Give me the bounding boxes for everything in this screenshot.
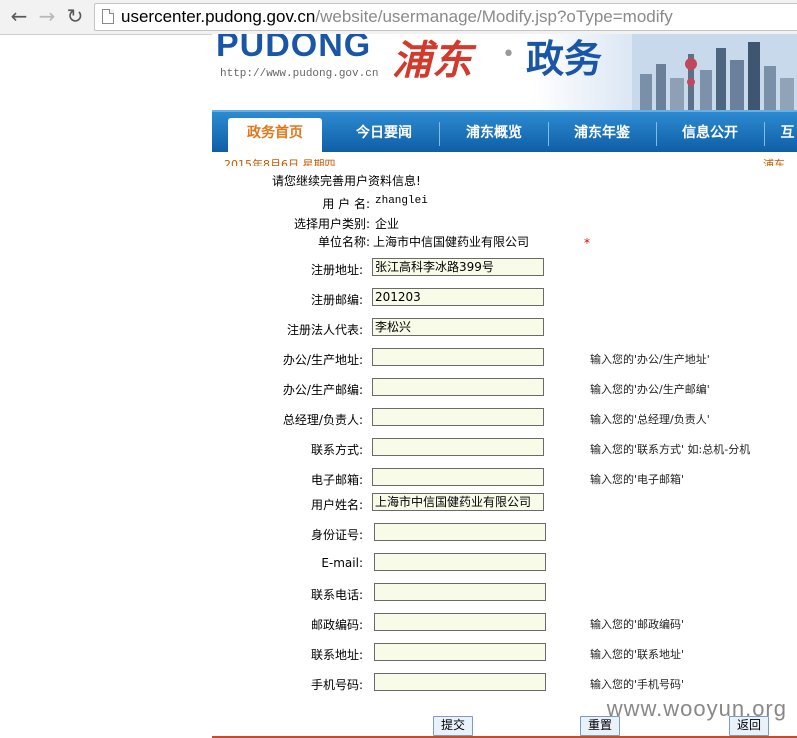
browser-toolbar: ← → ↻ usercenter.pudong.gov.cn/website/u… <box>0 0 797 35</box>
address-bar[interactable]: usercenter.pudong.gov.cn/website/userman… <box>94 3 797 31</box>
field-input[interactable] <box>372 493 544 511</box>
field-input[interactable] <box>372 408 544 426</box>
company-value: 上海市中信国健药业有限公司 <box>373 235 530 249</box>
field-label: 办公/生产地址: <box>282 353 363 367</box>
nav-divider <box>548 122 549 146</box>
field-input[interactable] <box>372 288 544 306</box>
date-text: 2015年8月6日 星期四 <box>224 158 336 166</box>
tab-info-public[interactable]: 信息公开 <box>660 118 760 152</box>
usertype-value: 企业 <box>375 217 400 231</box>
field-label: 联系地址: <box>310 648 363 662</box>
field-label: 注册法人代表: <box>286 323 363 337</box>
company-label: 单位名称: <box>317 235 370 249</box>
required-star: * <box>584 236 590 250</box>
nav-divider <box>656 122 657 146</box>
pudong-logo: PUDONG <box>216 34 372 64</box>
field-input[interactable] <box>374 613 546 631</box>
field-hint: 输入您的'邮政编码' <box>590 618 685 631</box>
tab-home[interactable]: 政务首页 <box>228 118 322 152</box>
field-label: 联系电话: <box>310 588 363 602</box>
field-input[interactable] <box>374 553 546 571</box>
field-label: 身份证号: <box>310 528 363 542</box>
field-hint: 输入您的'办公/生产地址' <box>590 353 710 366</box>
field-input[interactable] <box>374 583 546 601</box>
username-value: zhanglei <box>375 195 428 207</box>
field-input[interactable] <box>372 258 544 276</box>
tab-yearbook[interactable]: 浦东年鉴 <box>552 118 652 152</box>
date-bar: 2015年8月6日 星期四 浦东 <box>212 152 797 166</box>
nav-divider <box>439 122 440 146</box>
city-skyline-image <box>632 34 797 110</box>
field-label: 电子邮箱: <box>310 473 363 487</box>
field-input[interactable] <box>374 523 546 541</box>
field-hint: 输入您的'总经理/负责人' <box>590 413 710 426</box>
field-input[interactable] <box>372 348 544 366</box>
field-label: 注册地址: <box>310 263 363 277</box>
username-label: 用 户 名: <box>322 197 370 211</box>
field-hint: 输入您的'电子邮箱' <box>590 473 685 486</box>
title-dot: • <box>502 42 515 67</box>
field-hint: 输入您的'办公/生产邮编' <box>590 383 710 396</box>
field-input[interactable] <box>374 643 546 661</box>
site-banner: PUDONG http://www.pudong.gov.cn 浦东 • 政务 <box>212 34 797 110</box>
form-notice: 请您继续完善用户资料信息! <box>272 174 421 188</box>
field-input[interactable] <box>372 318 544 336</box>
tab-today-news[interactable]: 今日要闻 <box>334 118 434 152</box>
zhengwu-title: 政务 <box>526 37 603 81</box>
field-label: 注册邮编: <box>310 293 363 307</box>
main-nav: 政务首页 今日要闻 浦东概览 浦东年鉴 信息公开 互 <box>212 110 797 152</box>
field-label: 邮政编码: <box>310 618 363 632</box>
nav-divider <box>764 122 765 146</box>
usertype-label: 选择用户类别: <box>293 217 370 231</box>
watermark: www.wooyun.org <box>606 696 787 721</box>
field-input[interactable] <box>372 438 544 456</box>
forward-arrow-icon[interactable]: → <box>36 5 58 27</box>
field-label: 手机号码: <box>310 678 363 692</box>
field-hint: 输入您的'联系方式' 如:总机-分机 <box>590 443 751 456</box>
page-icon <box>102 9 114 24</box>
tab-overview[interactable]: 浦东概览 <box>444 118 544 152</box>
back-arrow-icon[interactable]: ← <box>8 5 30 27</box>
field-input[interactable] <box>372 378 544 396</box>
url-text[interactable]: usercenter.pudong.gov.cn/website/userman… <box>121 7 673 27</box>
reload-icon[interactable]: ↻ <box>64 5 86 27</box>
field-hint: 输入您的'手机号码' <box>590 678 685 691</box>
field-label: 办公/生产邮编: <box>282 383 363 397</box>
tab-partial[interactable]: 互 <box>778 118 797 152</box>
field-input[interactable] <box>372 468 544 486</box>
pudong-calligraphy: 浦东 <box>392 37 472 84</box>
field-label: 联系方式: <box>310 443 363 457</box>
field-hint: 输入您的'联系地址' <box>590 648 685 661</box>
field-label: 用户姓名: <box>310 498 363 512</box>
field-input[interactable] <box>374 673 546 691</box>
field-label: E-mail: <box>321 556 363 570</box>
submit-button[interactable]: 提交 <box>433 716 473 736</box>
url-host: usercenter.pudong.gov.cn <box>121 7 316 26</box>
subbar-right-text: 浦东 <box>763 158 785 166</box>
site-url: http://www.pudong.gov.cn <box>220 68 379 80</box>
url-path: /website/usermanage/Modify.jsp?oType=mod… <box>315 7 673 26</box>
field-label: 总经理/负责人: <box>282 413 363 427</box>
